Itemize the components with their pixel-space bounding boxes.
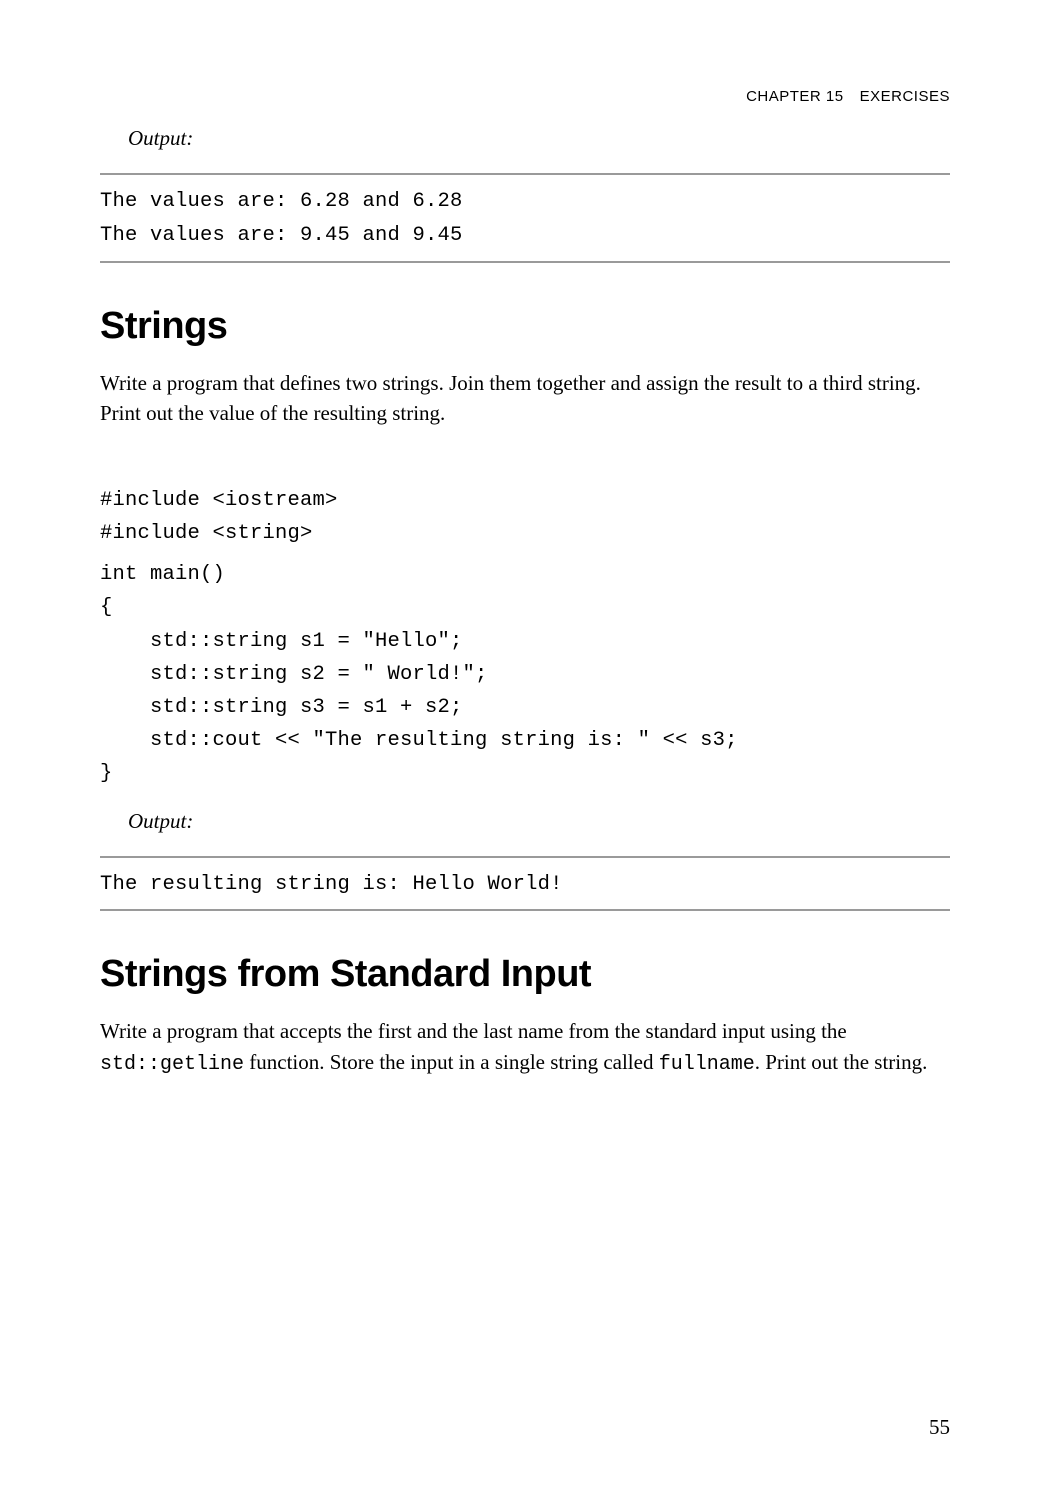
code-line: int main(): [100, 563, 225, 586]
output-line: The resulting string is: Hello World!: [100, 868, 950, 902]
section-description: Write a program that defines two strings…: [100, 368, 950, 429]
divider: [100, 261, 950, 263]
section-description: Write a program that accepts the first a…: [100, 1016, 950, 1078]
code-block: #include <iostream> #include <string> in…: [100, 451, 950, 791]
output-line: The values are: 9.45 and 9.45: [100, 219, 950, 253]
text-fragment: function. Store the input in a single st…: [244, 1050, 659, 1074]
code-line: std::string s1 = "Hello";: [100, 630, 463, 653]
output-block: The values are: 6.28 and 6.28 The values…: [100, 175, 950, 261]
inline-code: fullname: [659, 1053, 755, 1076]
chapter-title: EXERCISES: [860, 88, 950, 105]
output-label: Output:: [128, 126, 950, 151]
text-fragment: . Print out the string.: [755, 1050, 928, 1074]
output-label: Output:: [128, 809, 950, 834]
code-line: }: [100, 762, 113, 785]
divider: [100, 909, 950, 911]
code-line: #include <string>: [100, 522, 313, 545]
code-line: {: [100, 596, 113, 619]
code-line: #include <iostream>: [100, 489, 338, 512]
page-header: CHAPTER 15 EXERCISES: [746, 88, 950, 105]
section-heading: Strings from Standard Input: [100, 953, 950, 996]
code-line: std::string s3 = s1 + s2;: [100, 696, 463, 719]
output-block: The resulting string is: Hello World!: [100, 858, 950, 910]
page-number: 55: [929, 1415, 950, 1440]
inline-code: std::getline: [100, 1053, 244, 1076]
output-line: The values are: 6.28 and 6.28: [100, 185, 950, 219]
code-line: std::cout << "The resulting string is: "…: [100, 729, 738, 752]
chapter-number: CHAPTER 15: [746, 88, 844, 105]
text-fragment: Write a program that accepts the first a…: [100, 1019, 847, 1043]
section-heading: Strings: [100, 305, 950, 348]
code-line: std::string s2 = " World!";: [100, 663, 488, 686]
